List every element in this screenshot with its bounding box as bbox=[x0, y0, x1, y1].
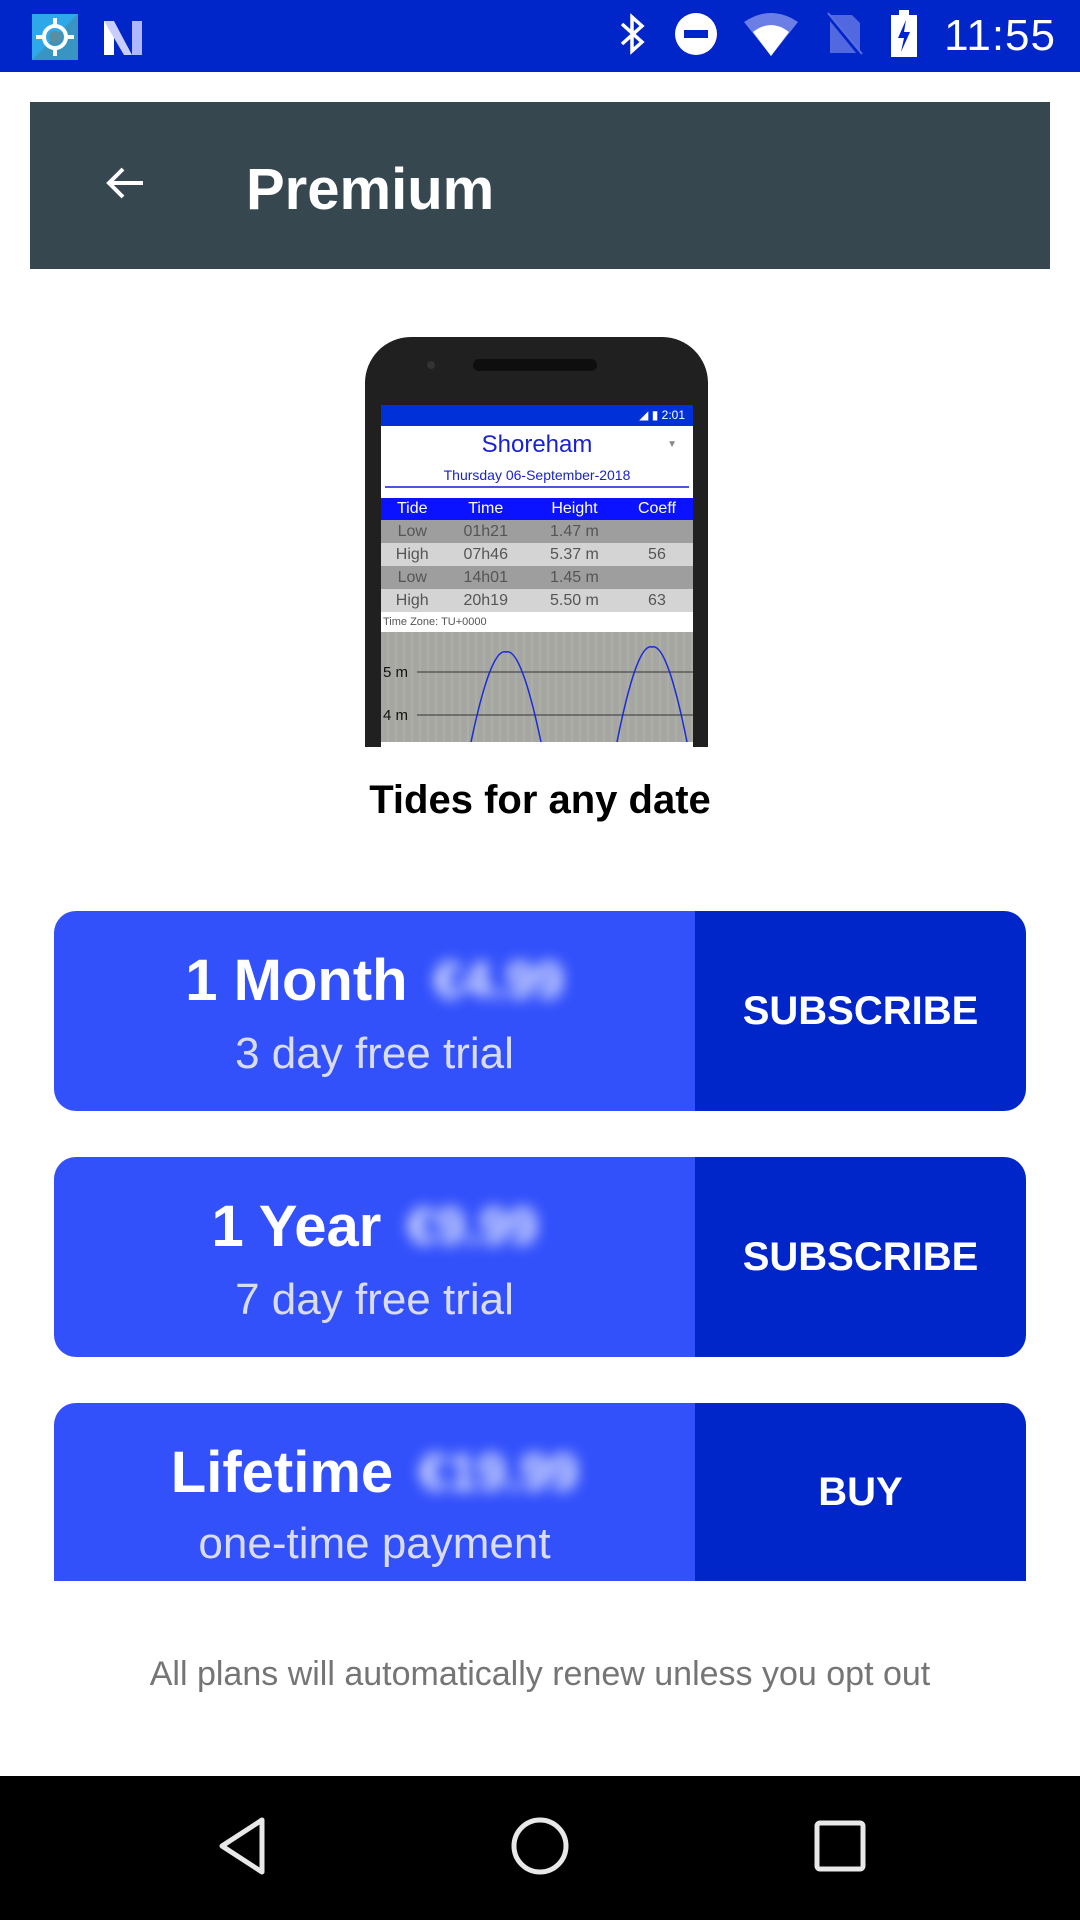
back-triangle-icon bbox=[214, 1816, 270, 1881]
phone-camera bbox=[427, 361, 435, 369]
plan-card-month: 1 Month €4.99 3 day free trial SUBSCRIBE bbox=[54, 911, 1026, 1111]
do-not-disturb-icon bbox=[674, 12, 718, 61]
table-cell: High bbox=[381, 543, 444, 566]
plan-name: 1 Month bbox=[185, 948, 408, 1013]
plan-name: 1 Year bbox=[211, 1194, 382, 1259]
phone-speaker bbox=[473, 359, 597, 371]
graph-label-5m: 5 m bbox=[383, 664, 408, 681]
dropdown-caret-icon: ▼ bbox=[667, 439, 677, 450]
table-cell bbox=[620, 566, 693, 589]
feature-preview-image: ◢ ▮ 2:01 Shoreham ▼ Thursday 06-Septembe… bbox=[365, 337, 708, 747]
renewal-footnote: All plans will automatically renew unles… bbox=[149, 1655, 931, 1693]
home-circle-icon bbox=[510, 1816, 570, 1881]
table-cell: High bbox=[381, 589, 444, 612]
table-header: Coeff bbox=[620, 498, 693, 520]
preview-tide-graph: 5 m 4 m bbox=[381, 632, 693, 742]
app-bar: Premium bbox=[30, 102, 1050, 269]
plan-card-lifetime: Lifetime €19.99 one-time payment BUY bbox=[54, 1403, 1026, 1581]
table-cell: 5.37 m bbox=[527, 543, 621, 566]
preview-time-zone: Time Zone: TU+0000 bbox=[383, 616, 487, 628]
plan-price: €19.99 bbox=[419, 1443, 579, 1502]
table-cell: 5.50 m bbox=[527, 589, 621, 612]
recents-square-icon bbox=[812, 1818, 868, 1879]
table-row: High 20h19 5.50 m 63 bbox=[381, 589, 693, 612]
preview-tide-table: Tide Time Height Coeff Low 01h21 1.47 m … bbox=[381, 498, 693, 612]
no-sim-icon bbox=[824, 11, 864, 62]
plan-subtitle: one-time payment bbox=[198, 1519, 551, 1568]
nav-recents-button[interactable] bbox=[800, 1808, 880, 1888]
table-row: Low 01h21 1.47 m bbox=[381, 520, 693, 543]
table-cell: 07h46 bbox=[443, 543, 528, 566]
table-cell: 14h01 bbox=[443, 566, 528, 589]
wifi-icon bbox=[744, 12, 799, 61]
back-button[interactable] bbox=[90, 150, 160, 220]
feature-caption: Tides for any date bbox=[369, 778, 711, 822]
battery-charging-icon bbox=[890, 9, 918, 63]
plan-price: €4.99 bbox=[433, 951, 564, 1010]
preview-location: Shoreham ▼ bbox=[381, 426, 693, 464]
bluetooth-icon bbox=[618, 11, 648, 62]
plan-info: Lifetime €19.99 one-time payment bbox=[54, 1403, 695, 1581]
table-cell: 56 bbox=[620, 543, 693, 566]
page-title: Premium bbox=[246, 157, 495, 222]
arrow-left-icon bbox=[105, 163, 145, 208]
subscribe-year-button[interactable]: SUBSCRIBE bbox=[695, 1157, 1026, 1357]
plan-card-year: 1 Year €9.99 7 day free trial SUBSCRIBE bbox=[54, 1157, 1026, 1357]
table-header: Tide bbox=[381, 498, 444, 520]
plan-info: 1 Year €9.99 7 day free trial bbox=[54, 1157, 695, 1357]
table-header: Time bbox=[443, 498, 528, 520]
preview-screen: ◢ ▮ 2:01 Shoreham ▼ Thursday 06-Septembe… bbox=[381, 405, 693, 747]
plan-price: €9.99 bbox=[407, 1197, 538, 1256]
status-time: 11:55 bbox=[944, 11, 1056, 60]
navigation-bar bbox=[0, 1776, 1080, 1920]
nav-home-button[interactable] bbox=[500, 1808, 580, 1888]
table-cell: Low bbox=[381, 520, 444, 543]
graph-label-4m: 4 m bbox=[383, 707, 408, 724]
plan-info: 1 Month €4.99 3 day free trial bbox=[54, 911, 695, 1111]
table-cell: 20h19 bbox=[443, 589, 528, 612]
table-cell: 01h21 bbox=[443, 520, 528, 543]
location-app-icon bbox=[32, 14, 78, 65]
table-cell: Low bbox=[381, 566, 444, 589]
preview-status-bar: ◢ ▮ 2:01 bbox=[381, 405, 693, 426]
table-cell: 1.45 m bbox=[527, 566, 621, 589]
table-row: Low 14h01 1.45 m bbox=[381, 566, 693, 589]
table-cell: 1.47 m bbox=[527, 520, 621, 543]
table-cell: 63 bbox=[620, 589, 693, 612]
plan-subtitle: 7 day free trial bbox=[235, 1275, 514, 1324]
status-bar: 11:55 bbox=[0, 0, 1080, 72]
n-app-icon bbox=[102, 15, 146, 64]
preview-status-time: 2:01 bbox=[661, 408, 685, 422]
table-cell bbox=[620, 520, 693, 543]
table-row: High 07h46 5.37 m 56 bbox=[381, 543, 693, 566]
plan-name: Lifetime bbox=[170, 1440, 394, 1505]
subscribe-month-button[interactable]: SUBSCRIBE bbox=[695, 911, 1026, 1111]
preview-location-label: Shoreham bbox=[481, 431, 593, 458]
preview-signal-icon: ◢ ▮ bbox=[639, 408, 662, 422]
table-header: Height bbox=[527, 498, 621, 520]
nav-back-button[interactable] bbox=[202, 1808, 282, 1888]
preview-date: Thursday 06-September-2018 bbox=[385, 464, 689, 488]
plan-subtitle: 3 day free trial bbox=[235, 1029, 514, 1078]
buy-lifetime-button[interactable]: BUY bbox=[695, 1403, 1026, 1581]
